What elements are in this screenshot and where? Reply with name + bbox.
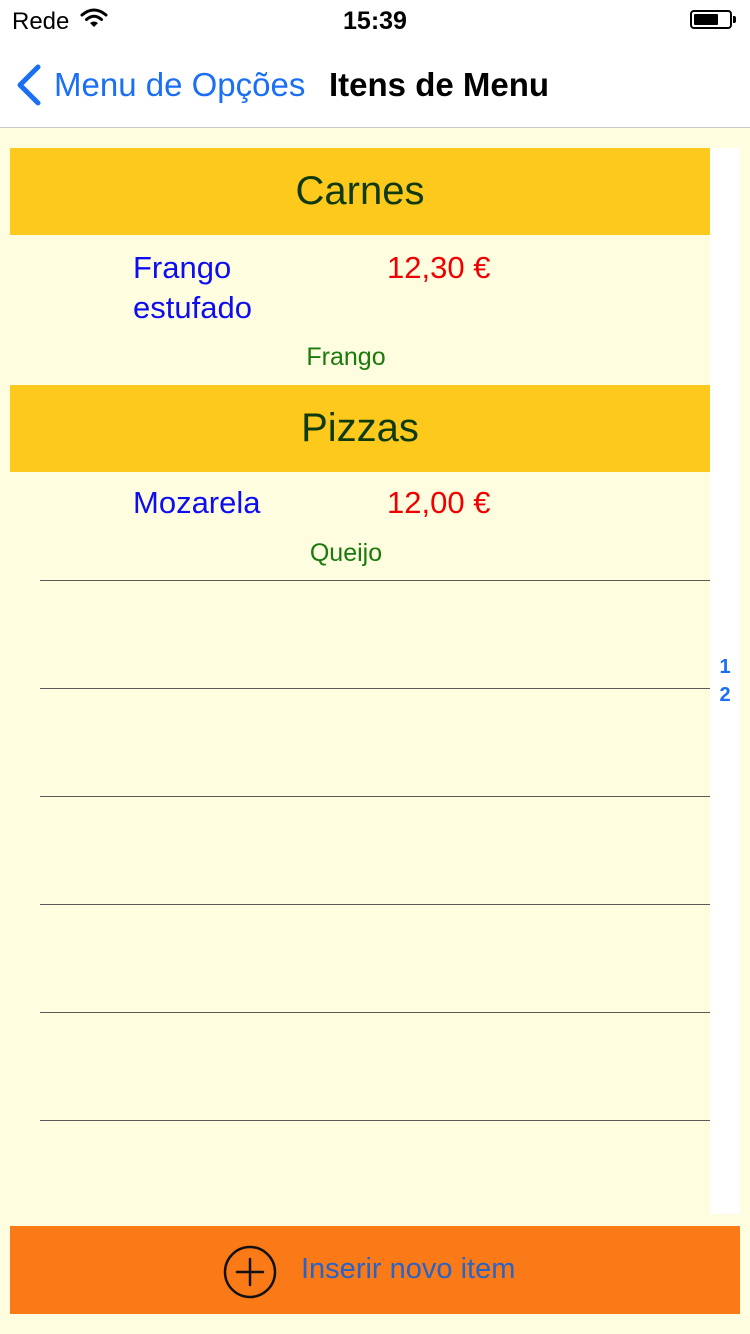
navigation-bar: Menu de Opções Itens de Menu: [0, 40, 750, 128]
row-separator: [40, 580, 710, 581]
section-header-pizzas: Pizzas: [10, 385, 710, 472]
row-separator: [40, 1120, 710, 1121]
section-index-2[interactable]: 2: [710, 684, 740, 707]
item-price: 12,30 €: [387, 250, 491, 285]
section-header-carnes: Carnes: [10, 148, 710, 235]
plus-circle-icon: [223, 1245, 277, 1299]
section-index[interactable]: 1 2: [710, 148, 740, 1214]
insert-new-item-button[interactable]: Inserir novo item: [10, 1226, 740, 1314]
battery-icon: [690, 10, 736, 29]
item-name: Frango estufado: [133, 250, 252, 325]
list-item[interactable]: Frango estufado 12,30 € Frango: [10, 235, 710, 385]
item-name: Mozarela: [133, 485, 261, 520]
back-button-label: Menu de Opções: [54, 66, 306, 103]
row-separator: [40, 1012, 710, 1013]
list-item[interactable]: Mozarela 12,00 € Queijo: [10, 472, 710, 580]
page-title: Itens de Menu: [329, 66, 550, 103]
row-separator: [40, 688, 710, 689]
back-button[interactable]: Menu de Opções: [14, 62, 305, 108]
row-separator: [40, 796, 710, 797]
item-category: Frango: [306, 343, 386, 371]
item-price: 12,00 €: [387, 485, 491, 520]
menu-items-list[interactable]: Carnes Frango estufado 12,30 € Frango Pi…: [10, 148, 710, 1214]
section-index-1[interactable]: 1: [710, 656, 740, 679]
status-time: 15:39: [343, 7, 407, 35]
chevron-left-icon: [17, 64, 41, 106]
item-category: Queijo: [309, 539, 383, 567]
row-separator: [40, 904, 710, 905]
status-bar: Rede 15:39: [0, 0, 750, 40]
insert-new-item-label: Inserir novo item: [301, 1253, 516, 1285]
